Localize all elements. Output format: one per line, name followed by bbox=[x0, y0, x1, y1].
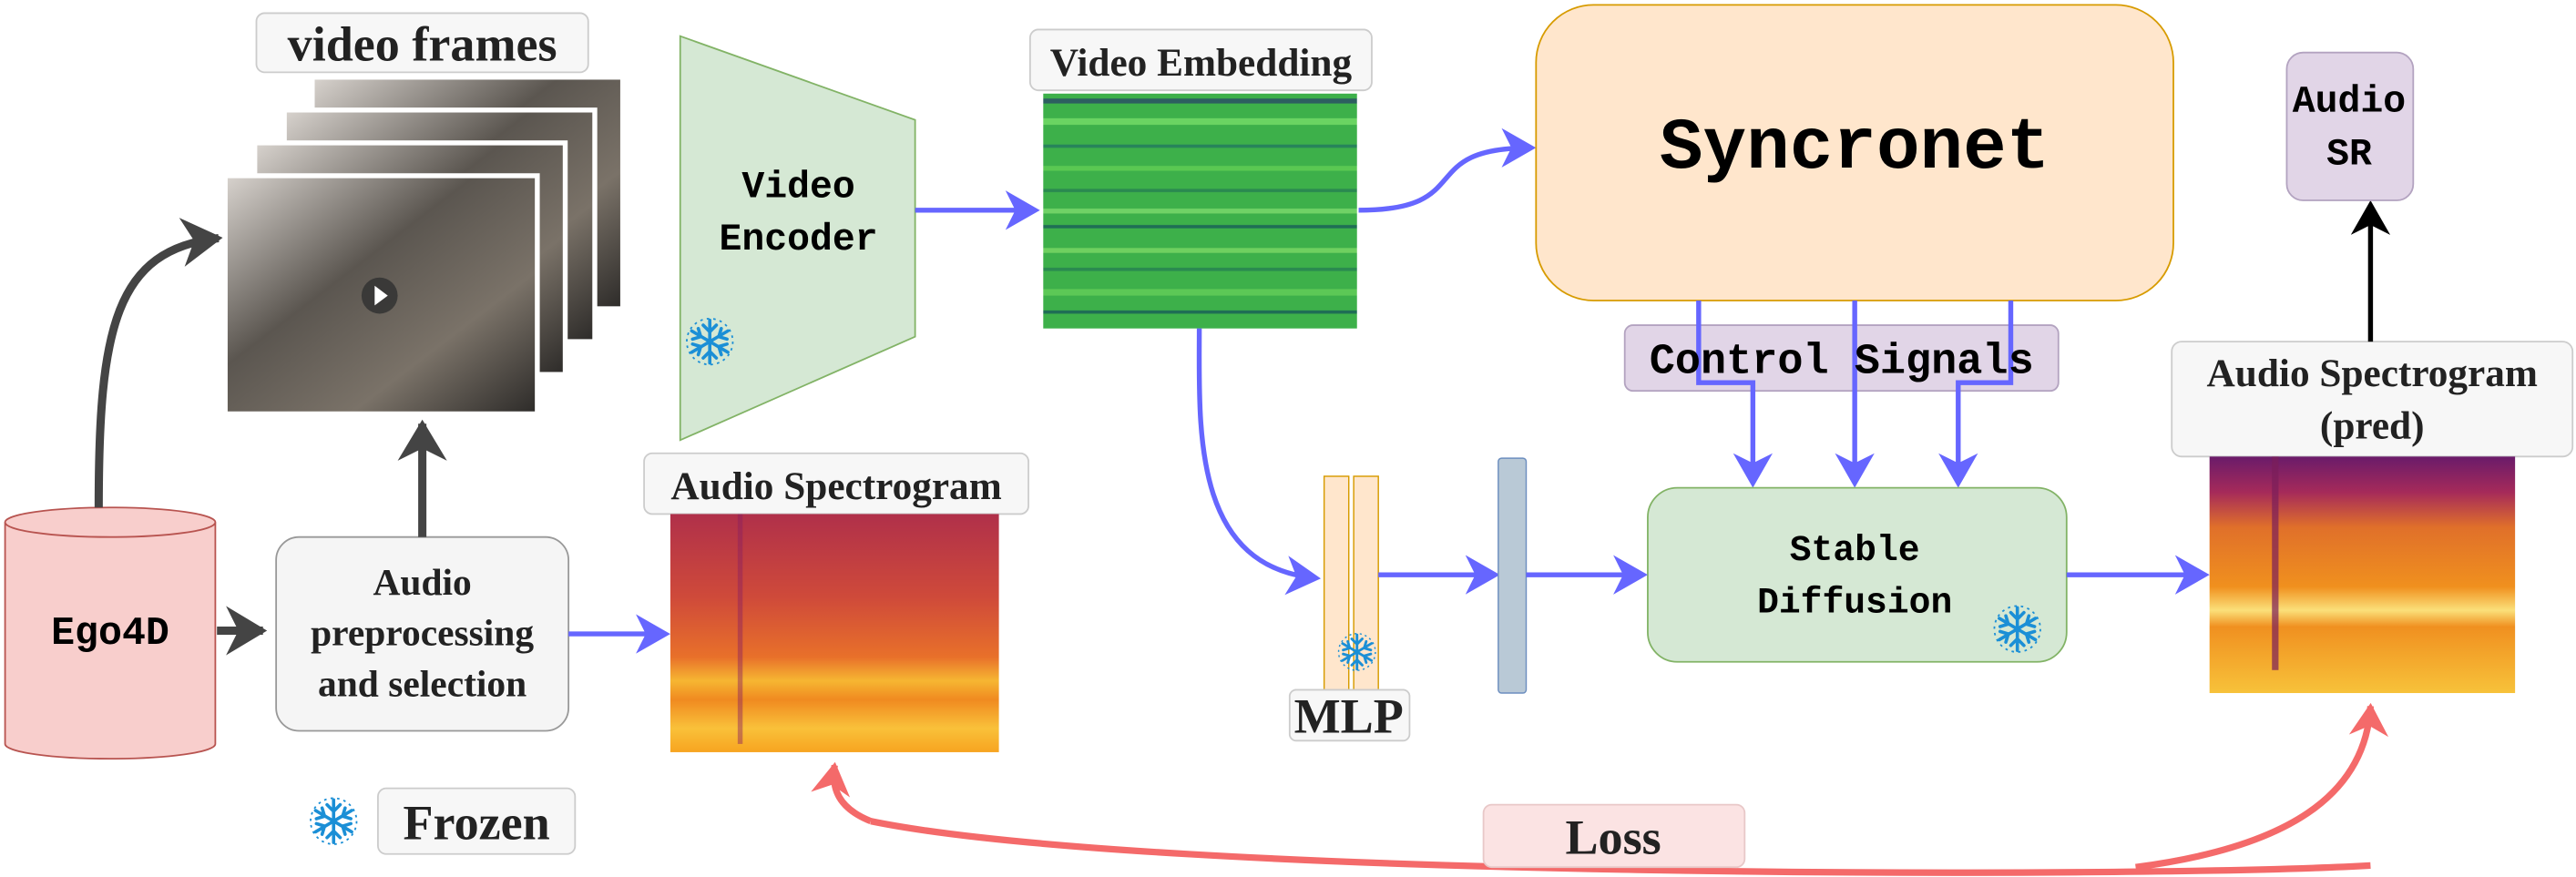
audio-spectrogram-label: Audio Spectrogram bbox=[670, 464, 1001, 508]
audio-sr-block bbox=[2285, 51, 2415, 201]
snowflake-icon bbox=[309, 796, 359, 846]
video-encoder-line1: Video bbox=[741, 166, 854, 209]
video-frames-stack bbox=[222, 75, 626, 417]
video-encoder-line2: Encoder bbox=[719, 219, 877, 261]
audio-spectrogram-image bbox=[670, 514, 999, 752]
preprocessing-line1: Audio bbox=[373, 561, 471, 603]
video-embedding-image bbox=[1043, 93, 1357, 329]
frozen-legend-label: Frozen bbox=[404, 796, 550, 851]
stable-diffusion-line2: Diffusion bbox=[1757, 583, 1952, 624]
pred-spectrogram-label-line2: (pred) bbox=[2320, 403, 2425, 447]
mlp-label: MLP bbox=[1294, 688, 1404, 743]
audio-sr-line1: Audio bbox=[2293, 81, 2406, 124]
pipeline-diagram: video frames Video Encoder Video Embeddi… bbox=[4, 4, 2574, 876]
ego4d-label: Ego4D bbox=[51, 611, 169, 656]
loss-label: Loss bbox=[1565, 811, 1661, 865]
control-signals-label: Control Signals bbox=[1650, 338, 2034, 386]
preprocessing-line2: preprocessing bbox=[311, 612, 534, 654]
video-embedding-label: Video Embedding bbox=[1050, 41, 1353, 85]
video-frames-label: video frames bbox=[288, 17, 557, 72]
audio-sr-line2: SR bbox=[2326, 133, 2372, 176]
preprocessing-line3: and selection bbox=[318, 663, 526, 705]
mlp-block bbox=[1323, 475, 1379, 691]
pred-spectrogram-image bbox=[2209, 456, 2516, 694]
syncronet-label: Syncronet bbox=[1660, 107, 2050, 189]
stable-diffusion-line1: Stable bbox=[1790, 530, 1920, 571]
play-icon[interactable] bbox=[361, 277, 398, 314]
projection-layer bbox=[1498, 457, 1528, 694]
pred-spectrogram-label-line1: Audio Spectrogram bbox=[2207, 352, 2538, 395]
